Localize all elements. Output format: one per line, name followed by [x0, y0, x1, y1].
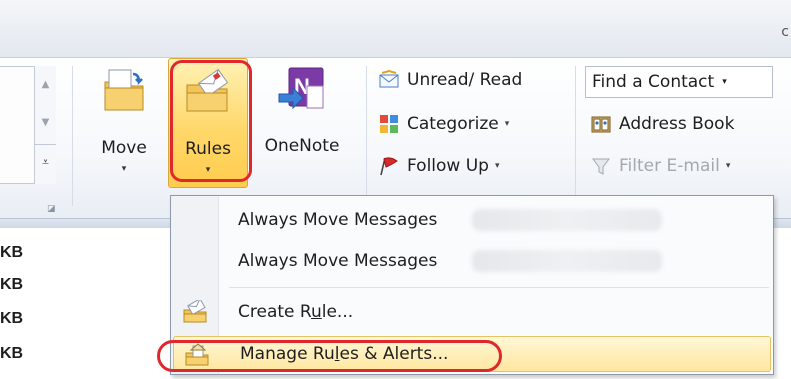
- unread-read-button[interactable]: Unread/ Read: [378, 64, 522, 96]
- menu-item-always-move-2[interactable]: Always Move Messages: [172, 243, 772, 279]
- address-book-label: Address Book: [619, 114, 735, 134]
- rules-folder-icon: [186, 68, 229, 112]
- menu-separator: [229, 287, 769, 288]
- label-part: Create R: [238, 302, 311, 322]
- find-contact-caret-icon[interactable]: ▾: [722, 77, 727, 87]
- address-book-button[interactable]: Address Book: [590, 108, 734, 140]
- move-caret-icon: ▾: [121, 164, 127, 174]
- categorize-button[interactable]: Categorize ▾: [378, 108, 509, 140]
- label-part: le...: [321, 302, 354, 322]
- menu-item-label: Manage Rules & Alerts...: [240, 344, 448, 364]
- access-key: u: [310, 302, 322, 322]
- categorize-caret-icon: ▾: [504, 119, 510, 129]
- list-item-size: KB: [0, 345, 24, 362]
- title-overflow-text: c: [781, 24, 789, 40]
- menu-item-label: Always Move Messages: [238, 251, 438, 271]
- find-contact-box[interactable]: Find a Contact ▾: [585, 66, 773, 98]
- rules-caret-icon: ▾: [205, 165, 211, 175]
- follow-up-caret-icon: ▾: [494, 161, 500, 171]
- group-divider: [366, 66, 367, 206]
- gallery-more-button[interactable]: ⩡: [35, 144, 56, 180]
- filter-email-button[interactable]: Filter E-mail ▾: [590, 150, 730, 182]
- group-divider: [72, 66, 73, 206]
- group-divider: [575, 66, 576, 206]
- categorize-icon: [380, 115, 398, 133]
- gallery-up-button[interactable]: ▲: [35, 66, 56, 102]
- onenote-label: OneNote: [264, 136, 340, 156]
- list-item-size: KB: [0, 276, 24, 293]
- menu-item-label: Always Move Messages: [238, 210, 438, 230]
- follow-up-label: Follow Up: [407, 156, 489, 176]
- move-button[interactable]: Move ▾: [84, 58, 164, 188]
- rules-label: Rules: [185, 139, 231, 159]
- filter-icon: [592, 158, 610, 175]
- move-folder-icon: [104, 69, 144, 111]
- filter-email-caret-icon: ▾: [725, 161, 731, 171]
- find-contact-label: Find a Contact: [592, 72, 715, 92]
- manage-rules-icon: [185, 343, 209, 366]
- title-bar: c: [0, 0, 791, 58]
- follow-up-button[interactable]: Follow Up ▾: [378, 150, 500, 182]
- onenote-icon: N: [278, 67, 324, 110]
- create-rule-icon: [183, 300, 207, 323]
- list-item-size: KB: [0, 244, 24, 261]
- menu-item-create-rule[interactable]: Create Rule...: [172, 294, 772, 330]
- list-item-size: KB: [0, 310, 24, 327]
- flag-icon: [380, 157, 398, 176]
- menu-item-label: Create Rule...: [238, 302, 353, 322]
- gallery-down-button[interactable]: ▼: [35, 104, 56, 140]
- filter-email-label: Filter E-mail: [619, 156, 720, 176]
- dialog-launcher-icon[interactable]: ◪: [47, 204, 56, 214]
- envelope-icon: [379, 69, 399, 88]
- redacted-sender: [472, 209, 662, 231]
- unread-read-label: Unread/ Read: [407, 70, 523, 90]
- menu-item-always-move-1[interactable]: Always Move Messages: [172, 202, 772, 238]
- menu-item-manage-rules[interactable]: Manage Rules & Alerts...: [173, 336, 771, 372]
- categorize-label: Categorize: [407, 114, 499, 134]
- address-book-icon: [591, 116, 611, 133]
- move-label: Move: [101, 138, 147, 158]
- onenote-button[interactable]: N OneNote: [252, 58, 352, 188]
- rules-dropdown-menu: Always Move Messages Always Move Message…: [170, 195, 774, 375]
- gallery-scroller: ▲ ▼ ⩡: [34, 66, 56, 184]
- redacted-recipient: [472, 250, 662, 272]
- rules-button[interactable]: Rules ▾: [168, 58, 248, 188]
- label-part: es & Alerts...: [339, 344, 449, 364]
- label-part: Manage Ru: [240, 344, 335, 364]
